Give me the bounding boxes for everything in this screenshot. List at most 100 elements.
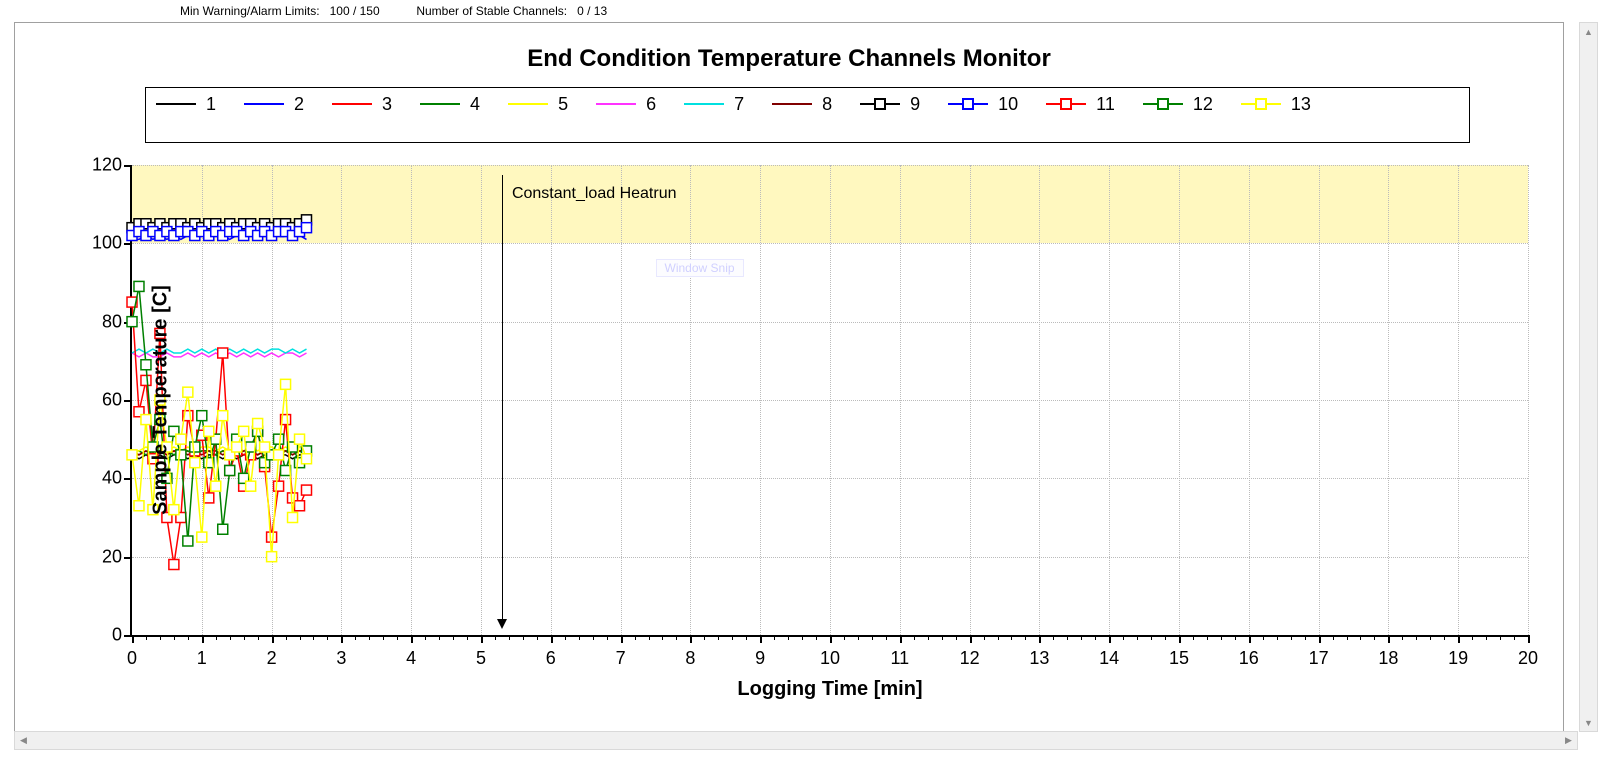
tick-x-minor — [704, 635, 705, 640]
legend-label: 7 — [734, 92, 744, 116]
legend-item-12[interactable]: 12 — [1143, 92, 1213, 116]
legend-item-7[interactable]: 7 — [684, 92, 744, 116]
stable-label: Number of Stable Channels: — [416, 4, 567, 18]
tick-x — [1249, 635, 1251, 643]
legend-item-13[interactable]: 13 — [1241, 92, 1311, 116]
series-13-marker — [134, 501, 144, 511]
series-12-marker — [183, 536, 193, 546]
tick-x — [1039, 635, 1041, 643]
scroll-up-button[interactable]: ▲ — [1580, 23, 1597, 40]
limits-label: Min Warning/Alarm Limits: — [180, 4, 320, 18]
x-tick-label: 1 — [197, 648, 207, 669]
tick-x-minor — [146, 635, 147, 640]
x-tick-label: 10 — [820, 648, 840, 669]
legend-item-1[interactable]: 1 — [156, 92, 216, 116]
tick-x-minor — [607, 635, 608, 640]
scroll-left-button[interactable]: ◀ — [15, 732, 32, 749]
tick-x-minor — [1360, 635, 1361, 640]
series-13-marker — [127, 450, 137, 460]
tick-x-minor — [397, 635, 398, 640]
series-13-marker — [253, 419, 263, 429]
y-axis-title: Sample Temperature [C] — [149, 285, 172, 515]
legend-item-10[interactable]: 10 — [948, 92, 1018, 116]
tick-x-minor — [746, 635, 747, 640]
tick-x-minor — [1305, 635, 1306, 640]
legend-item-3[interactable]: 3 — [332, 92, 392, 116]
series-11-marker — [218, 348, 228, 358]
tick-x-minor — [1053, 635, 1054, 640]
series-12-marker — [274, 434, 284, 444]
tick-y — [124, 243, 132, 245]
tick-x — [272, 635, 274, 643]
tick-x-minor — [1193, 635, 1194, 640]
x-tick-label: 2 — [267, 648, 277, 669]
y-tick-label: 0 — [82, 625, 122, 646]
legend-label: 2 — [294, 92, 304, 116]
series-13-marker — [190, 458, 200, 468]
x-tick-label: 13 — [1029, 648, 1049, 669]
legend-item-5[interactable]: 5 — [508, 92, 568, 116]
tick-x-minor — [635, 635, 636, 640]
vertical-scrollbar[interactable]: ▲ ▼ — [1579, 22, 1598, 732]
scroll-right-button[interactable]: ▶ — [1560, 732, 1577, 749]
legend-item-6[interactable]: 6 — [596, 92, 656, 116]
legend-label: 1 — [206, 92, 216, 116]
tick-x-minor — [732, 635, 733, 640]
series-10-marker — [302, 223, 312, 233]
series-13-marker — [176, 434, 186, 444]
tick-x — [341, 635, 343, 643]
tick-x-minor — [467, 635, 468, 640]
tick-x — [411, 635, 413, 643]
tick-x-minor — [453, 635, 454, 640]
legend-item-2[interactable]: 2 — [244, 92, 304, 116]
tick-x-minor — [230, 635, 231, 640]
tick-x-minor — [1444, 635, 1445, 640]
tick-x-minor — [1067, 635, 1068, 640]
legend-item-4[interactable]: 4 — [420, 92, 480, 116]
x-tick-label: 3 — [336, 648, 346, 669]
legend-item-8[interactable]: 8 — [772, 92, 832, 116]
tick-x-minor — [509, 635, 510, 640]
tick-x-minor — [286, 635, 287, 640]
tick-x-minor — [160, 635, 161, 640]
tick-x-minor — [844, 635, 845, 640]
tick-x-minor — [1081, 635, 1082, 640]
series-13-marker — [183, 387, 193, 397]
series-11-marker — [274, 481, 284, 491]
x-tick-label: 0 — [127, 648, 137, 669]
legend-item-11[interactable]: 11 — [1046, 92, 1115, 116]
tick-x — [621, 635, 623, 643]
tick-x — [1458, 635, 1460, 643]
tick-x-minor — [788, 635, 789, 640]
tick-x — [1109, 635, 1111, 643]
x-tick-label: 12 — [960, 648, 980, 669]
tick-x — [481, 635, 483, 643]
horizontal-scrollbar[interactable]: ◀ ▶ — [14, 731, 1578, 750]
y-tick-label: 60 — [82, 390, 122, 411]
chart-legend: 12345678910111213 — [145, 87, 1470, 143]
legend-item-9[interactable]: 9 — [860, 92, 920, 116]
chart-plot-area[interactable]: 0204060801001200123456789101112131415161… — [130, 165, 1528, 637]
tick-x-minor — [774, 635, 775, 640]
tick-x-minor — [998, 635, 999, 640]
x-tick-label: 4 — [406, 648, 416, 669]
tick-x — [760, 635, 762, 643]
tick-x-minor — [942, 635, 943, 640]
scroll-down-button[interactable]: ▼ — [1580, 714, 1597, 731]
x-tick-label: 17 — [1309, 648, 1329, 669]
tick-x-minor — [872, 635, 873, 640]
tick-x-minor — [1011, 635, 1012, 640]
tick-y — [124, 478, 132, 480]
tick-x-minor — [188, 635, 189, 640]
tick-x-minor — [523, 635, 524, 640]
tick-x-minor — [1333, 635, 1334, 640]
tick-x-minor — [1095, 635, 1096, 640]
tick-x-minor — [300, 635, 301, 640]
tick-x-minor — [1472, 635, 1473, 640]
tick-x-minor — [1430, 635, 1431, 640]
legend-label: 5 — [558, 92, 568, 116]
chart-canvas — [132, 165, 1528, 635]
series-13-marker — [267, 552, 277, 562]
tick-x-minor — [1374, 635, 1375, 640]
tick-x — [970, 635, 972, 643]
